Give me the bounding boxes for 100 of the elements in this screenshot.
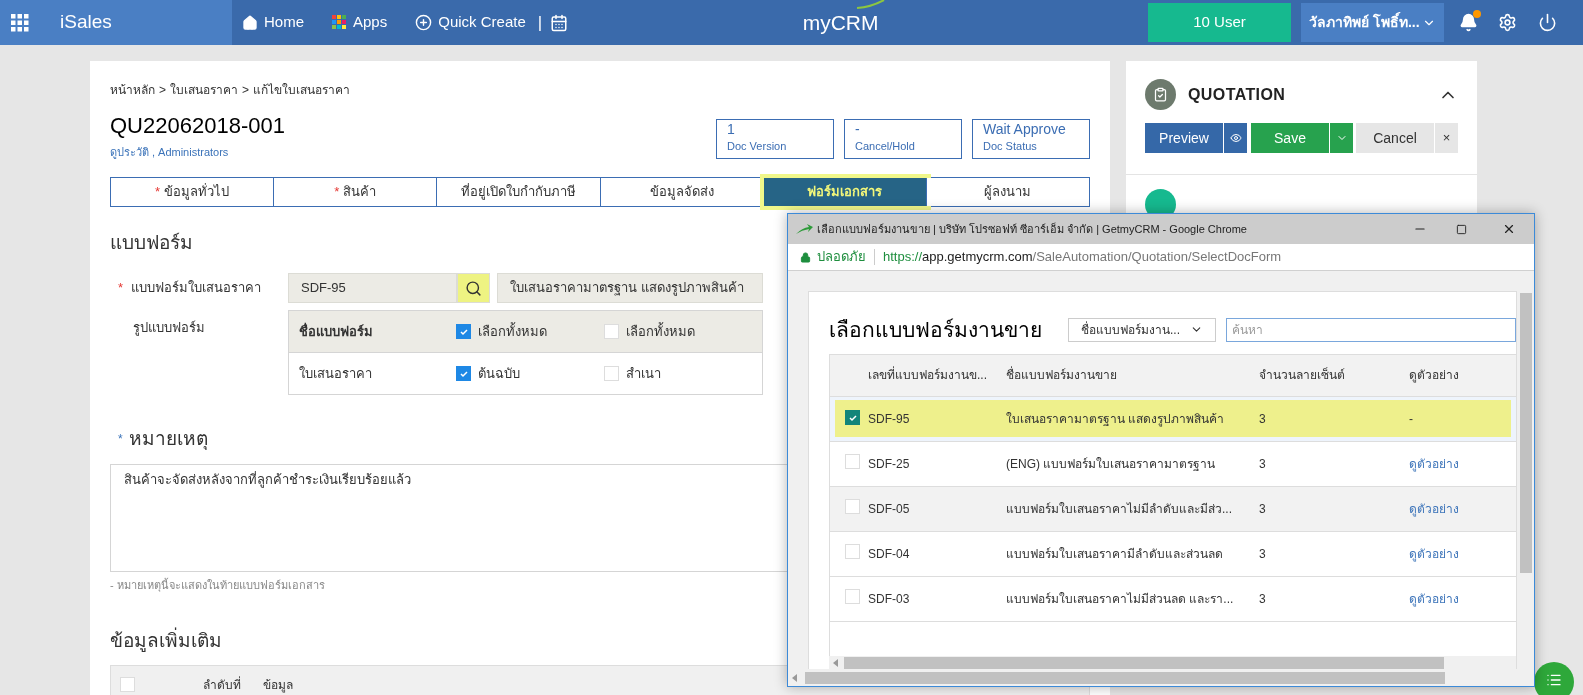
window-title: เลือกแบบฟอร์มงานขาย | บริษัท โปรซอฟท์ ซีอาร์เอ็ม จำกัด | GetmyCRM - Google Chrome bbox=[817, 221, 1247, 237]
preview-link[interactable]: - bbox=[1409, 409, 1413, 428]
preview-link[interactable]: ดูตัวอย่าง bbox=[1409, 454, 1459, 473]
breadcrumb-item[interactable]: ใบเสนอราคา bbox=[170, 81, 238, 99]
search-button[interactable] bbox=[457, 273, 490, 303]
address-bar[interactable]: ปลอดภัย https://app.getmycrm.com/SaleAutomation/Quotation/SelectDocForm bbox=[788, 244, 1534, 271]
table-row[interactable]: SDF-95 ใบเสนอราคามาตรฐาน แสดงรูปภาพสินค้า 3 - bbox=[835, 400, 1511, 437]
table-cell-text: 3 bbox=[1259, 545, 1267, 563]
horizontal-scrollbar[interactable] bbox=[788, 669, 1517, 686]
status-box: 1 Doc Version bbox=[716, 119, 834, 159]
check-icon bbox=[458, 368, 469, 379]
column-header[interactable]: ดูตัวอย่าง bbox=[1409, 366, 1499, 384]
settings-icon[interactable] bbox=[1498, 13, 1517, 32]
check-icon bbox=[458, 326, 469, 337]
clipboard-icon bbox=[1145, 79, 1176, 110]
panel-title: QUOTATION bbox=[1188, 84, 1286, 105]
chat-button[interactable] bbox=[1534, 662, 1574, 695]
history-link[interactable]: ดูประวัติ bbox=[110, 144, 149, 161]
column-header[interactable]: จำนวนลายเซ็นต์ bbox=[1259, 366, 1409, 384]
power-icon[interactable] bbox=[1538, 13, 1557, 32]
status-box: - Cancel/Hold bbox=[844, 119, 962, 159]
logo-swoosh-icon bbox=[856, 0, 885, 9]
table-cell-text: SDF-03 bbox=[868, 590, 911, 608]
search-icon bbox=[465, 279, 482, 297]
checkbox-label: เลือกทั้งหมด bbox=[626, 321, 696, 341]
column-header: ชื่อแบบฟอร์ม bbox=[299, 321, 374, 341]
bell-icon[interactable] bbox=[1459, 13, 1478, 32]
checkbox-label: ต้นฉบับ bbox=[478, 364, 521, 383]
preview-link[interactable]: ดูตัวอย่าง bbox=[1409, 589, 1459, 608]
grid-icon bbox=[332, 15, 347, 30]
table-row[interactable]: SDF-03 แบบฟอร์มใบเสนอราคาไม่มีส่วนลด และรา... 3 ดูตัวอย่าง bbox=[835, 580, 1511, 617]
left-arrow-icon[interactable] bbox=[833, 659, 838, 667]
template-name-field: ใบเสนอราคามาตรฐาน แสดงรูปภาพสินค้า bbox=[497, 273, 763, 303]
nav-link[interactable]: Quick Create bbox=[415, 11, 526, 34]
vertical-scrollbar[interactable] bbox=[1517, 271, 1534, 686]
field-label: แบบฟอร์มใบเสนอราคา bbox=[131, 279, 262, 298]
table-cell-text: ใบเสนอราคามาตรฐาน แสดงรูปภาพสินค้า bbox=[1006, 410, 1226, 428]
table-scrollbar[interactable] bbox=[829, 656, 1516, 669]
status-box: Wait Approve Doc Status bbox=[972, 119, 1090, 159]
section-title: ข้อมูลเพิ่มเติม bbox=[110, 627, 222, 656]
user-menu[interactable]: วัลภาทิพย์ โพธิ์ท... bbox=[1301, 3, 1444, 42]
maximize-icon[interactable] bbox=[1456, 223, 1467, 235]
document-number: QU22062018-001 bbox=[110, 112, 285, 140]
field-label: รูปแบบฟอร์ม bbox=[132, 319, 206, 338]
table-cell-text: 3 bbox=[1259, 500, 1267, 518]
url: https://app.getmycrm.com/SaleAutomation/Quotation/SelectDocForm bbox=[883, 248, 1282, 267]
home-icon bbox=[242, 14, 258, 31]
calendar-icon[interactable] bbox=[550, 13, 569, 32]
eye-icon bbox=[1229, 132, 1242, 144]
breadcrumb-item[interactable]: หน้าหลัก bbox=[110, 81, 155, 99]
dialog-heading: เลือกแบบฟอร์มงานขาย bbox=[829, 317, 1042, 343]
table-cell-text: SDF-05 bbox=[868, 500, 911, 518]
template-code-field[interactable]: SDF-95 bbox=[288, 273, 457, 303]
breadcrumb-item: > bbox=[159, 82, 166, 99]
checkbox[interactable] bbox=[456, 366, 472, 381]
column-header: ข้อมูล bbox=[263, 676, 293, 694]
eye-button[interactable] bbox=[1224, 123, 1247, 153]
left-arrow-icon[interactable] bbox=[792, 673, 797, 682]
checkbox[interactable] bbox=[845, 410, 860, 425]
hint-text: - หมายเหตุนี้จะแสดงในท้ายแบบฟอร์มเอกสาร bbox=[110, 577, 326, 593]
check-icon bbox=[847, 412, 858, 423]
secure-label: ปลอดภัย bbox=[817, 248, 866, 267]
nav-link[interactable]: Apps bbox=[332, 11, 388, 34]
close-icon[interactable] bbox=[1502, 222, 1516, 236]
search-field[interactable]: ค้นหา bbox=[1226, 317, 1516, 342]
close-button[interactable]: × bbox=[1435, 123, 1458, 153]
breadcrumb-item: > bbox=[242, 82, 250, 99]
lock-icon bbox=[800, 251, 811, 263]
column-header[interactable]: เลขที่แบบฟอร์มงานข... bbox=[868, 366, 1006, 384]
owner-name: Administrators bbox=[158, 145, 229, 160]
section-title: หมายเหตุ bbox=[128, 427, 208, 452]
logo: myCRM bbox=[802, 6, 879, 39]
required-mark: * bbox=[118, 431, 123, 449]
menu-icon[interactable] bbox=[11, 13, 29, 32]
table-cell-text: ใบเสนอราคา bbox=[299, 364, 373, 383]
cancel-button[interactable]: Cancel bbox=[1356, 123, 1434, 153]
list-icon bbox=[1546, 672, 1562, 688]
separator: , bbox=[152, 145, 156, 160]
checkbox-label: เลือกทั้งหมด bbox=[478, 321, 548, 341]
checkbox[interactable] bbox=[456, 324, 472, 339]
table-cell-text: 3 bbox=[1259, 455, 1267, 473]
plus-icon bbox=[415, 14, 433, 31]
nav-link[interactable]: Home bbox=[242, 11, 304, 34]
section-title: แบบฟอร์ม bbox=[110, 230, 193, 255]
table-cell-text: SDF-95 bbox=[868, 410, 911, 428]
checkbox-label: สำเนา bbox=[626, 364, 662, 383]
preview-button[interactable]: Preview bbox=[1145, 123, 1223, 153]
preview-link[interactable]: ดูตัวอย่าง bbox=[1409, 499, 1459, 518]
table-cell-text: 3 bbox=[1259, 410, 1267, 428]
breadcrumb-item[interactable]: แก้ไขใบเสนอราคา bbox=[253, 81, 351, 99]
filter-dropdown[interactable]: ชื่อแบบฟอร์มงาน... bbox=[1068, 317, 1216, 342]
required-mark: * bbox=[118, 279, 124, 298]
arrow-logo-icon bbox=[796, 223, 813, 235]
preview-link[interactable]: ดูตัวอย่าง bbox=[1409, 544, 1459, 563]
column-header: ลำดับที่ bbox=[203, 675, 241, 694]
table-cell-text: แบบฟอร์มใบเสนอราคาไม่มีส่วนลด และรา... bbox=[1006, 590, 1235, 608]
table-cell-text: 3 bbox=[1259, 590, 1267, 608]
app-name: iSales bbox=[60, 10, 112, 35]
nav-separator: | bbox=[537, 11, 543, 34]
column-header[interactable]: ชื่อแบบฟอร์มงานขาย bbox=[1006, 366, 1259, 384]
